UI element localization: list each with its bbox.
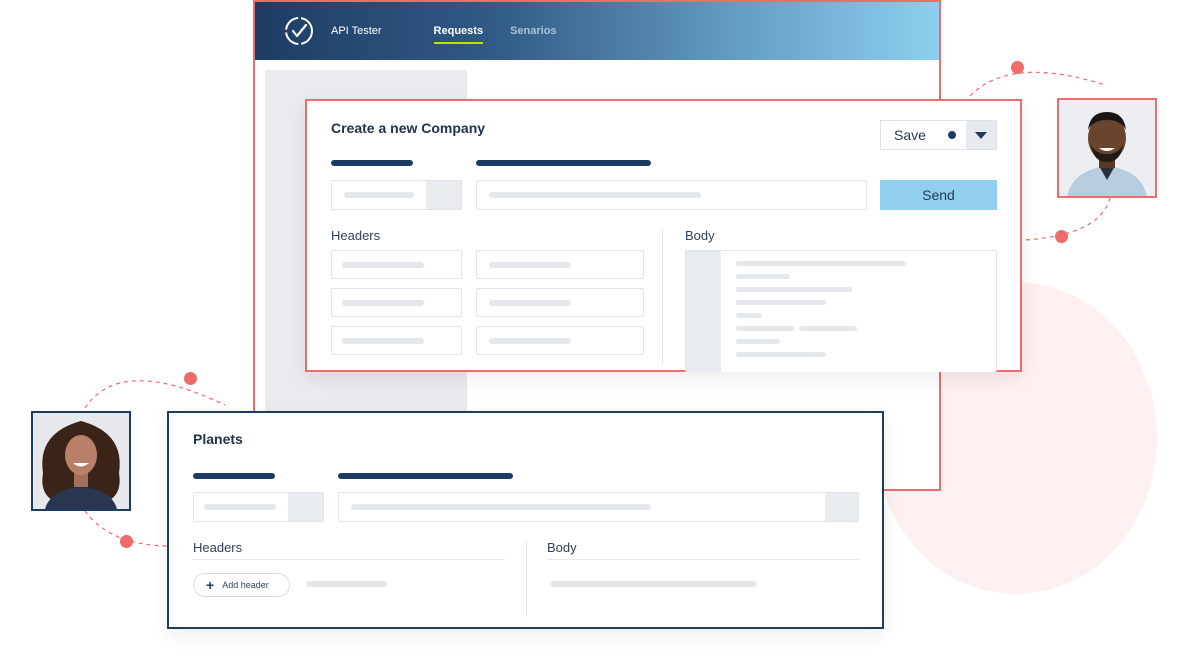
save-dropdown-toggle[interactable]	[966, 121, 996, 149]
connector-dot	[1011, 61, 1024, 74]
plus-icon: +	[206, 577, 215, 593]
header-key-field[interactable]	[331, 326, 462, 355]
request-card-create-company: Create a new Company Save Send Headers B…	[305, 99, 1022, 372]
user-avatar-woman	[31, 411, 131, 511]
connector-dot	[120, 535, 133, 548]
request-title: Planets	[193, 431, 243, 447]
tab-senarios[interactable]: Senarios	[510, 21, 556, 41]
section-divider	[662, 229, 663, 365]
section-divider	[526, 541, 527, 617]
body-label: Body	[547, 540, 577, 555]
save-button-label: Save	[894, 127, 926, 143]
request-title: Create a new Company	[331, 120, 486, 136]
connector-dot	[1055, 230, 1068, 243]
chevron-down-icon	[975, 131, 987, 139]
unsaved-dot-icon	[947, 131, 956, 139]
save-button[interactable]: Save	[880, 120, 997, 150]
tab-requests[interactable]: Requests	[433, 21, 483, 44]
headers-label: Headers	[193, 540, 243, 555]
method-label-placeholder	[193, 473, 275, 479]
header-value-field[interactable]	[476, 326, 644, 355]
method-label-placeholder	[331, 160, 413, 166]
header-key-field[interactable]	[331, 288, 462, 317]
url-input[interactable]	[476, 180, 867, 210]
person-photo-icon	[33, 413, 129, 509]
add-header-button[interactable]: + Add header	[193, 573, 290, 597]
body-label: Body	[685, 228, 715, 243]
method-select[interactable]	[193, 492, 324, 522]
connector-dot	[184, 372, 197, 385]
line-number-gutter	[686, 251, 721, 372]
request-card-planets: Planets Headers Body + Add header	[167, 411, 884, 629]
header-value-field[interactable]	[476, 250, 644, 279]
method-select[interactable]	[331, 180, 462, 210]
user-avatar-man	[1057, 98, 1157, 198]
body-editor[interactable]	[685, 250, 997, 372]
url-label-placeholder	[338, 473, 513, 479]
header-key-field[interactable]	[331, 250, 462, 279]
url-label-placeholder	[476, 160, 651, 166]
url-input[interactable]	[338, 492, 859, 522]
app-title: API Tester	[331, 25, 382, 37]
add-header-label: Add header	[222, 580, 269, 590]
headers-label: Headers	[331, 228, 381, 243]
header-value-field[interactable]	[476, 288, 644, 317]
send-button[interactable]: Send	[880, 180, 997, 210]
check-circle-logo-icon	[285, 17, 313, 45]
top-navigation-bar: API Tester Requests Senarios	[255, 2, 939, 60]
person-photo-icon	[1059, 100, 1155, 196]
